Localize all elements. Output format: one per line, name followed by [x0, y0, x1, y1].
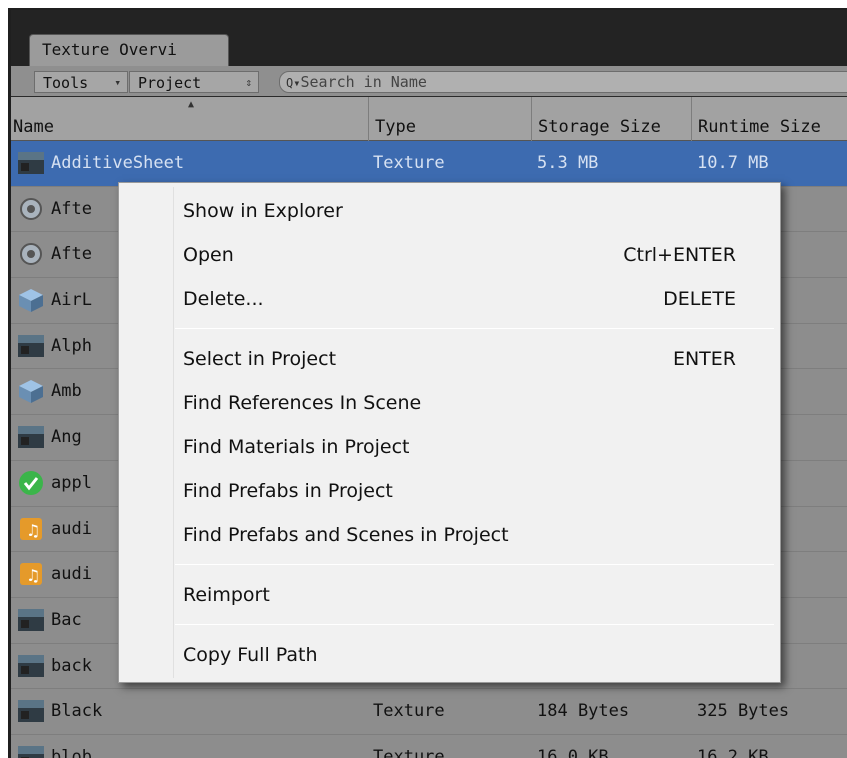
- menu-item-label: Find References In Scene: [183, 392, 422, 414]
- menu-separator: [175, 624, 774, 625]
- project-dropdown[interactable]: Project ⇕: [129, 71, 259, 93]
- row-name: blob: [51, 746, 92, 758]
- menu-item-label: Select in Project: [183, 348, 337, 370]
- tools-dropdown[interactable]: Tools ▾: [34, 71, 128, 93]
- menu-item-find-materials-in-project[interactable]: Find Materials in Project: [183, 425, 736, 469]
- menu-item-label: Find Materials in Project: [183, 436, 410, 458]
- texture-thumbnail-icon: [17, 149, 45, 177]
- table-header: Name ▲ Type Storage Size Runtime Size: [11, 97, 847, 141]
- menu-item-show-in-explorer[interactable]: Show in Explorer: [183, 189, 736, 233]
- texture-thumbnail-icon: [17, 743, 45, 758]
- gear-icon: [17, 240, 45, 268]
- table-row[interactable]: AdditiveSheet Texture 5.3 MB 10.7 MB: [11, 141, 847, 187]
- menu-item-label: Open: [183, 244, 234, 266]
- updown-arrow-icon: ⇕: [245, 76, 252, 89]
- menu-icon-gutter: [173, 187, 174, 678]
- menu-item-select-in-project[interactable]: Select in Project ENTER: [183, 337, 736, 381]
- menu-item-shortcut: Ctrl+ENTER: [623, 244, 736, 266]
- column-header-runtime-size[interactable]: Runtime Size: [691, 97, 847, 141]
- row-type: Texture: [373, 153, 445, 173]
- cube-icon: [17, 286, 45, 314]
- texture-thumbnail-icon: [17, 332, 45, 360]
- search-placeholder: Search in Name: [300, 73, 427, 91]
- menu-item-find-references-in-scene[interactable]: Find References In Scene: [183, 381, 736, 425]
- search-input[interactable]: Q▾Search in Name: [279, 71, 847, 93]
- tab-strip: Texture Overvi: [11, 10, 847, 66]
- menu-item-find-prefabs-and-scenes[interactable]: Find Prefabs and Scenes in Project: [183, 513, 736, 557]
- texture-thumbnail-icon: [17, 606, 45, 634]
- menu-item-label: Copy Full Path: [183, 644, 318, 666]
- menu-item-copy-full-path[interactable]: Copy Full Path: [183, 633, 736, 677]
- menu-item-delete[interactable]: Delete... DELETE: [183, 277, 736, 321]
- checkmark-icon: [17, 469, 45, 497]
- menu-item-label: Delete...: [183, 288, 264, 310]
- row-runtime-size: 16.2 KB: [697, 746, 769, 758]
- menu-item-shortcut: ENTER: [672, 348, 736, 370]
- texture-thumbnail-icon: [17, 697, 45, 725]
- table-row[interactable]: blob Texture 16.0 KB 16.2 KB: [11, 734, 847, 758]
- dropdown-arrow-icon: ▾: [114, 76, 121, 89]
- column-header-type[interactable]: Type: [368, 97, 531, 141]
- audio-icon: ♫: [17, 515, 45, 543]
- menu-separator: [175, 564, 774, 565]
- row-name: Black: [51, 701, 103, 722]
- menu-item-label: Find Prefabs and Scenes in Project: [183, 524, 509, 546]
- row-storage-size: 5.3 MB: [537, 153, 599, 173]
- search-icon: Q▾: [286, 76, 301, 90]
- menu-item-reimport[interactable]: Reimport: [183, 573, 736, 617]
- menu-item-label: Reimport: [183, 584, 270, 606]
- row-type: Texture: [373, 746, 445, 758]
- row-type: Texture: [373, 701, 445, 722]
- texture-thumbnail-icon: [17, 652, 45, 680]
- svg-text:♫: ♫: [26, 521, 40, 540]
- project-label: Project: [138, 74, 202, 92]
- column-header-storage-size[interactable]: Storage Size: [531, 97, 691, 141]
- toolbar: Tools ▾ Project ⇕ Q▾Search in Name: [11, 66, 847, 97]
- row-runtime-size: 325 Bytes: [697, 701, 790, 722]
- menu-item-open[interactable]: Open Ctrl+ENTER: [183, 233, 736, 277]
- row-storage-size: 16.0 KB: [537, 746, 609, 758]
- sort-ascending-icon: ▲: [188, 99, 195, 110]
- texture-thumbnail-icon: [17, 423, 45, 451]
- context-menu: Show in Explorer Open Ctrl+ENTER Delete... D…: [118, 182, 781, 683]
- menu-item-label: Show in Explorer: [183, 200, 343, 222]
- menu-separator: [175, 328, 774, 329]
- menu-item-shortcut: DELETE: [663, 288, 736, 310]
- gear-icon: [17, 195, 45, 223]
- table-row[interactable]: Black Texture 184 Bytes 325 Bytes: [11, 689, 847, 735]
- tab-texture-overview[interactable]: Texture Overvi: [29, 34, 229, 66]
- cube-icon: [17, 377, 45, 405]
- row-storage-size: 184 Bytes: [537, 701, 630, 722]
- tools-label: Tools: [43, 74, 89, 92]
- svg-text:♫: ♫: [26, 566, 40, 585]
- audio-icon: ♫: [17, 560, 45, 588]
- row-runtime-size: 10.7 MB: [697, 153, 769, 173]
- menu-item-find-prefabs-in-project[interactable]: Find Prefabs in Project: [183, 469, 736, 513]
- row-name: AdditiveSheet: [51, 153, 185, 173]
- menu-item-label: Find Prefabs in Project: [183, 480, 393, 502]
